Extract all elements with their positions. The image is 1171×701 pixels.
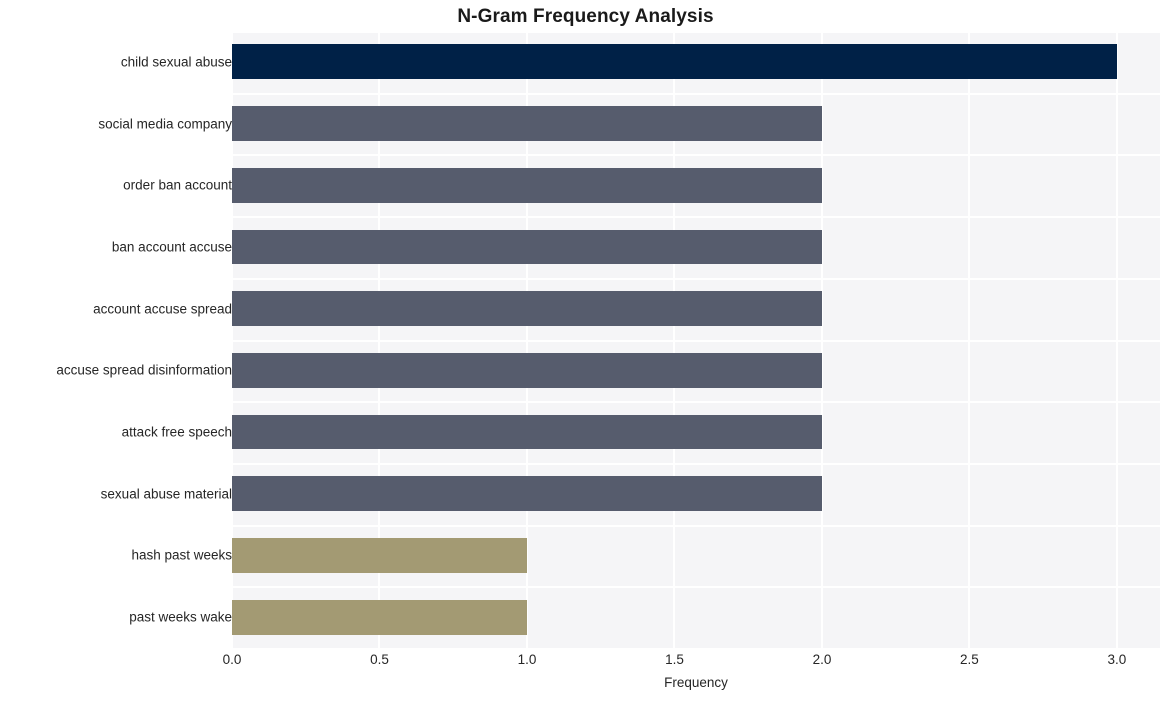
x-tick-label: 2.0 — [812, 652, 832, 667]
x-tick-label: 1.0 — [517, 652, 537, 667]
x-axis-label: Frequency — [664, 675, 728, 690]
x-tick-label: 3.0 — [1107, 652, 1127, 667]
x-tick-label: 0.0 — [222, 652, 242, 667]
x-tick-label: 0.5 — [370, 652, 389, 667]
x-tick-label: 1.5 — [665, 652, 684, 667]
x-tick-label: 2.5 — [960, 652, 979, 667]
x-axis-tick-labels: 0.0 0.5 1.0 1.5 2.0 2.5 3.0 — [0, 0, 1171, 701]
ngram-frequency-chart: N-Gram Frequency Analysis child sexual a… — [0, 0, 1171, 701]
